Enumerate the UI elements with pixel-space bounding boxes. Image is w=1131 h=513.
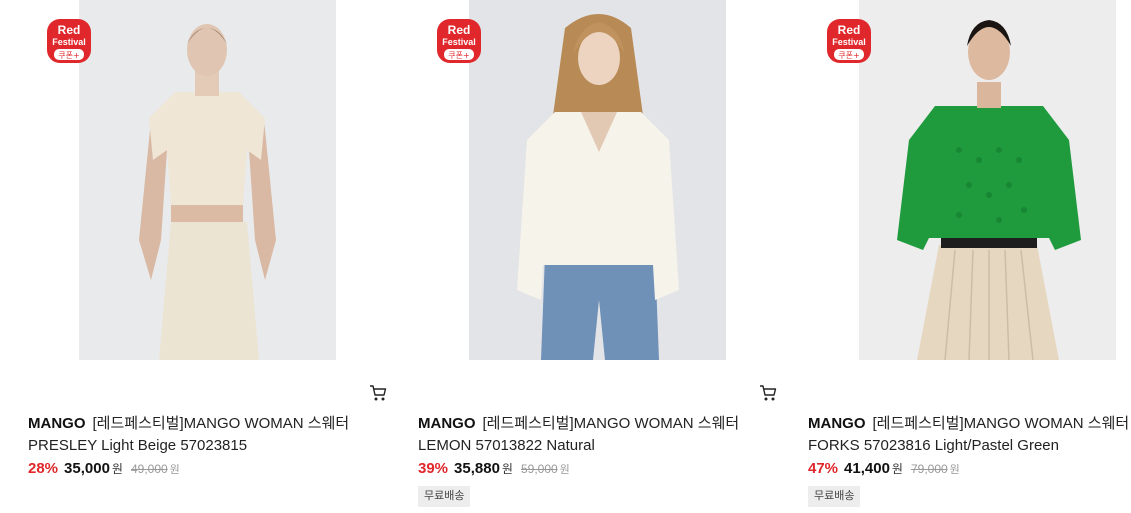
sale-price: 41,400: [844, 460, 890, 477]
svg-text:Red: Red: [838, 23, 861, 37]
svg-text:Red: Red: [58, 23, 81, 37]
currency-label: 원: [891, 462, 903, 476]
discount-rate: 47%: [808, 460, 839, 477]
svg-text:Red: Red: [448, 23, 471, 37]
product-card[interactable]: Red Festival 쿠폰+ MANGO [레드페스티벌]MANGO WOMA…: [418, 0, 777, 513]
product-title[interactable]: MANGO [레드페스티벌]MANGO WOMAN 스웨터 LEMON 57013…: [418, 413, 758, 457]
product-title[interactable]: MANGO [레드페스티벌]MANGO WOMAN 스웨터 PRESLEY Lig…: [28, 413, 368, 457]
svg-text:Festival: Festival: [442, 37, 476, 47]
brand-name: MANGO: [418, 415, 476, 432]
brand-name: MANGO: [808, 415, 866, 432]
product-title[interactable]: MANGO [레드페스티벌]MANGO WOMAN 스웨터 FORKS 57023…: [808, 413, 1131, 457]
discount-rate: 28%: [28, 460, 59, 477]
original-currency-label: 원: [949, 464, 960, 476]
cart-icon[interactable]: [759, 384, 777, 402]
red-festival-badge: Red Festival 쿠폰+: [436, 18, 482, 64]
product-card[interactable]: Red Festival 쿠폰+ MANGO [레드페스티벌]MANGO WOMA…: [808, 0, 1131, 513]
svg-text:쿠폰+: 쿠폰+: [58, 51, 79, 60]
original-currency-label: 원: [169, 464, 180, 476]
product-image[interactable]: [79, 0, 336, 360]
sale-price: 35,880: [454, 460, 500, 477]
currency-label: 원: [501, 462, 513, 476]
free-shipping-tag: 무료배송: [808, 486, 861, 507]
product-image[interactable]: [469, 0, 726, 360]
svg-text:Festival: Festival: [832, 37, 866, 47]
price-row: 28% 35,000 원 49,000 원: [28, 459, 180, 479]
original-price: 59,000: [520, 462, 558, 476]
original-price: 49,000: [130, 462, 168, 476]
brand-name: MANGO: [28, 415, 86, 432]
original-price: 79,000: [910, 462, 948, 476]
product-name-line1: [레드페스티벌]MANGO WOMAN 스웨터: [872, 415, 1130, 432]
product-name-line1: [레드페스티벌]MANGO WOMAN 스웨터: [92, 415, 350, 432]
product-name-line1: [레드페스티벌]MANGO WOMAN 스웨터: [482, 415, 740, 432]
product-name-line2: LEMON 57013822 Natural: [418, 437, 595, 454]
product-grid: Red Festival 쿠폰+ MANGO [레드페스티벌]MANGO WOMA…: [0, 0, 1131, 513]
price-row: 39% 35,880 원 59,000 원: [418, 459, 570, 479]
product-image[interactable]: [859, 0, 1116, 360]
red-festival-badge: Red Festival 쿠폰+: [826, 18, 872, 64]
original-currency-label: 원: [559, 464, 570, 476]
product-name-line2: FORKS 57023816 Light/Pastel Green: [808, 437, 1059, 454]
price-row: 47% 41,400 원 79,000 원: [808, 459, 960, 479]
cart-icon[interactable]: [369, 384, 387, 402]
svg-text:Festival: Festival: [52, 37, 86, 47]
currency-label: 원: [111, 462, 123, 476]
product-name-line2: PRESLEY Light Beige 57023815: [28, 437, 248, 454]
svg-text:쿠폰+: 쿠폰+: [448, 51, 469, 60]
product-card[interactable]: Red Festival 쿠폰+ MANGO [레드페스티벌]MANGO WOMA…: [28, 0, 387, 513]
sale-price: 35,000: [64, 460, 110, 477]
svg-text:쿠폰+: 쿠폰+: [838, 51, 859, 60]
free-shipping-tag: 무료배송: [418, 486, 471, 507]
red-festival-badge: Red Festival 쿠폰+: [46, 18, 92, 64]
discount-rate: 39%: [418, 460, 449, 477]
